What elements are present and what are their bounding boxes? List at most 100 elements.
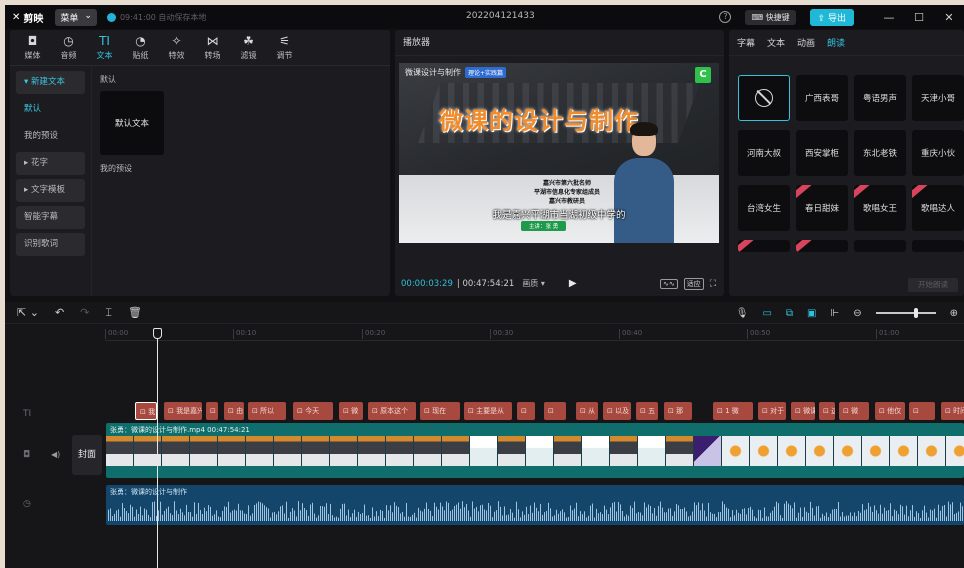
text-clip[interactable]: ⊡ 微	[339, 402, 363, 420]
waveform-bar	[926, 512, 927, 521]
voice-none[interactable]	[738, 75, 790, 121]
tab-text-settings[interactable]: 文本	[767, 36, 785, 49]
tab-captions[interactable]: 字幕	[737, 36, 755, 49]
text-clip[interactable]: ⊡ 从	[576, 402, 598, 420]
text-clip[interactable]: ⊡ 我	[135, 402, 157, 420]
shortcut-button[interactable]: ⌨ 快捷键	[745, 9, 796, 25]
text-clip[interactable]: ⊡ 那	[664, 402, 692, 420]
tab-filter[interactable]: ☘ 滤镜	[234, 30, 263, 65]
quality-select[interactable]: 画质 ▾	[522, 278, 545, 289]
auto-snap-icon[interactable]: ⧉	[786, 308, 793, 319]
export-button[interactable]: ⇪ 导出	[809, 8, 854, 26]
text-clip[interactable]: ⊡ 现在	[420, 402, 460, 420]
nav-auto-captions[interactable]: 智能字幕	[16, 206, 85, 229]
mute-icon[interactable]: ◀)	[51, 450, 60, 459]
split-icon[interactable]: ⌶	[105, 306, 112, 320]
text-clip[interactable]: ⊡ 我是嘉兴	[164, 402, 202, 420]
text-clip[interactable]: ⊡ 由	[224, 402, 244, 420]
voice-option[interactable]: 春日甜妹	[796, 185, 848, 231]
text-clip[interactable]: ⊡	[517, 402, 535, 420]
cover-button[interactable]: 封面	[72, 435, 102, 475]
voice-option[interactable]: 西安掌柜	[796, 130, 848, 176]
tab-effects[interactable]: ✧ 特效	[162, 30, 191, 65]
waveform-bar	[338, 517, 339, 521]
waveform-icon[interactable]: ∿∿	[659, 278, 678, 289]
zoom-in-icon[interactable]: ⊕	[950, 308, 958, 319]
tab-text[interactable]: TI 文本	[90, 30, 119, 65]
text-clip[interactable]: ⊡ 以及	[603, 402, 631, 420]
nav-my-presets[interactable]: 我的预设	[16, 125, 85, 148]
nav-text-template[interactable]: ▸ 文字模板	[16, 179, 85, 202]
video-clip[interactable]: 张勇：微课的设计与制作.mp4 00:47:54:21	[106, 423, 964, 478]
redo-icon[interactable]: ↷	[80, 306, 89, 319]
voice-option[interactable]: 天津小哥	[912, 75, 964, 121]
text-clip[interactable]: ⊡ 主要是从	[464, 402, 512, 420]
waveform-bar	[614, 501, 615, 521]
tab-media[interactable]: ◘ 媒体	[18, 30, 47, 65]
tab-read-aloud[interactable]: 朗读	[827, 36, 845, 49]
zoom-slider[interactable]	[875, 308, 936, 318]
audio-clip[interactable]: 张勇：微课的设计与制作	[106, 485, 964, 525]
tab-transition[interactable]: ⋈ 转场	[198, 30, 227, 65]
close-icon[interactable]: ✕	[934, 11, 964, 24]
text-clip[interactable]: ⊡	[909, 402, 935, 420]
minimize-icon[interactable]: —	[874, 11, 904, 24]
voice-option[interactable]: 歌唱达人	[912, 185, 964, 231]
voice-option-partial[interactable]	[854, 240, 906, 252]
microphone-icon[interactable]: 🎙	[736, 308, 749, 319]
voice-option[interactable]: 粤语男声	[854, 75, 906, 121]
text-clip[interactable]: ⊡	[544, 402, 566, 420]
voice-option[interactable]: 河南大叔	[738, 130, 790, 176]
time-ruler[interactable]: 00:00 00:10 00:20 00:30 00:40 00:50 01:0…	[105, 329, 964, 341]
play-icon[interactable]: ▶	[569, 278, 577, 289]
voice-option[interactable]: 东北老铁	[854, 130, 906, 176]
text-clip[interactable]: ⊡ 他仅	[875, 402, 905, 420]
default-text-card[interactable]: 默认文本	[100, 91, 164, 155]
voice-option[interactable]: 重庆小伙	[912, 130, 964, 176]
voice-option-partial[interactable]	[738, 240, 790, 252]
fit-button[interactable]: 适应	[683, 277, 704, 290]
fullscreen-icon[interactable]: ⛶	[710, 279, 716, 289]
playhead[interactable]	[157, 329, 158, 568]
voice-option[interactable]: 台湾女生	[738, 185, 790, 231]
start-reading-button[interactable]: 开始朗读	[908, 278, 958, 292]
waveform-bar	[116, 510, 117, 521]
voice-option-partial[interactable]	[912, 240, 964, 252]
voice-option[interactable]: 歌唱女王	[854, 185, 906, 231]
waveform-bar	[734, 515, 735, 521]
nav-new-text[interactable]: ▾ 新建文本	[16, 71, 85, 94]
zoom-out-icon[interactable]: ⊖	[853, 308, 861, 319]
text-clip[interactable]: ⊡ 微课	[791, 402, 815, 420]
text-clip[interactable]: ⊡ 原本这个	[368, 402, 416, 420]
linkage-icon[interactable]: ▣	[807, 308, 816, 319]
voice-option-partial[interactable]	[796, 240, 848, 252]
voice-option[interactable]: 广西表哥	[796, 75, 848, 121]
nav-fancy-text[interactable]: ▸ 花字	[16, 152, 85, 175]
text-clip[interactable]: ⊡ 微	[839, 402, 869, 420]
text-clip[interactable]: ⊡ 五	[636, 402, 658, 420]
main-track-magnet-icon[interactable]: ▭	[762, 308, 771, 319]
waveform-bar	[414, 512, 415, 521]
video-preview[interactable]: 微课设计与制作 理论+实践篇 C 微课的设计与制作 嘉兴市第六批名师 平湖市信息…	[399, 63, 719, 243]
delete-icon[interactable]: 🗑	[128, 306, 142, 319]
menu-button[interactable]: 菜单 ⌄	[55, 8, 97, 26]
tab-audio[interactable]: ◷ 音频	[54, 30, 83, 65]
text-clip[interactable]: ⊡ 今天	[293, 402, 333, 420]
select-tool-icon[interactable]: ⇱ ⌄	[17, 306, 39, 319]
text-clip[interactable]: ⊡ 时间	[941, 402, 964, 420]
tab-sticker[interactable]: ◔ 贴纸	[126, 30, 155, 65]
playhead-handle[interactable]	[153, 328, 162, 339]
text-clip[interactable]: ⊡ 1 微	[713, 402, 753, 420]
tab-adjust[interactable]: ⚟ 调节	[270, 30, 299, 65]
text-clip[interactable]: ⊡ 对于	[758, 402, 786, 420]
maximize-icon[interactable]: ☐	[904, 11, 934, 24]
text-clip[interactable]: ⊡ 平	[206, 402, 218, 420]
text-clip[interactable]: ⊡ 这	[819, 402, 835, 420]
preview-axis-icon[interactable]: ⊩	[831, 308, 840, 319]
nav-default[interactable]: 默认	[16, 98, 85, 121]
tab-animation[interactable]: 动画	[797, 36, 815, 49]
nav-recognize-lyrics[interactable]: 识别歌词	[16, 233, 85, 256]
help-icon[interactable]: ?	[719, 11, 732, 23]
undo-icon[interactable]: ↶	[55, 306, 64, 319]
text-clip[interactable]: ⊡ 所以	[248, 402, 286, 420]
